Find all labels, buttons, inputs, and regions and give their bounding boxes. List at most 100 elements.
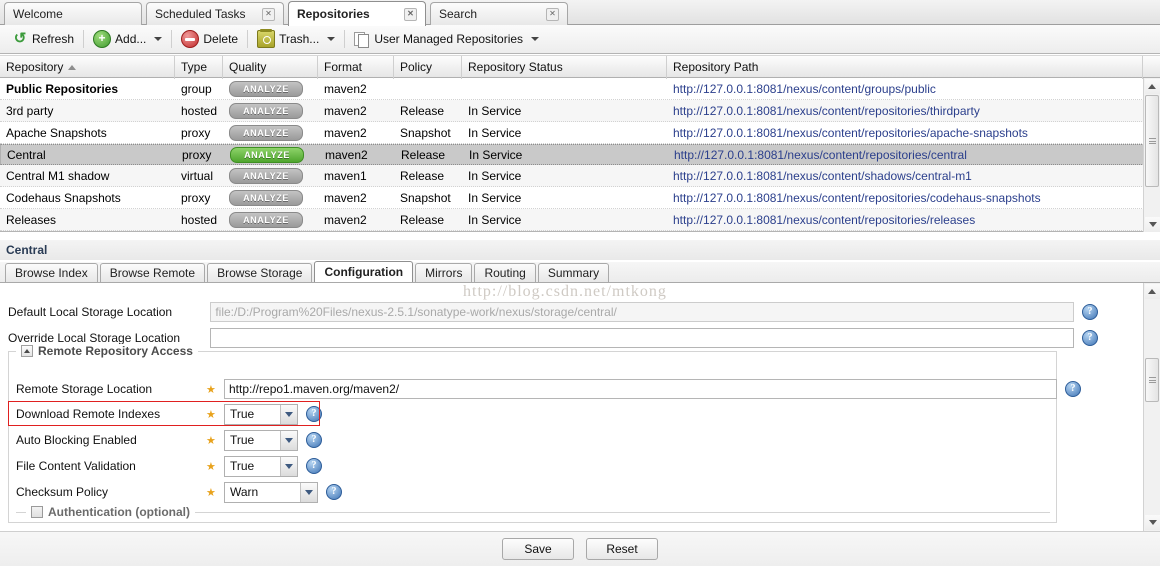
tab-routing[interactable]: Routing — [474, 263, 535, 282]
cell-quality[interactable]: ANALYZE — [223, 103, 318, 119]
repository-path-link[interactable]: http://127.0.0.1:8081/nexus/content/repo… — [673, 104, 980, 118]
analyze-badge[interactable]: ANALYZE — [229, 125, 303, 141]
window-tab-repositories[interactable]: Repositories ✕ — [288, 1, 426, 26]
chevron-down-icon[interactable] — [280, 405, 297, 424]
download-remote-indexes-select[interactable]: True — [224, 404, 298, 425]
tab-mirrors[interactable]: Mirrors — [415, 263, 472, 282]
cell-path[interactable]: http://127.0.0.1:8081/nexus/content/repo… — [667, 104, 1143, 118]
grid-scrollbar-thumb[interactable] — [1145, 95, 1159, 187]
tab-browse-index[interactable]: Browse Index — [5, 263, 98, 282]
file-content-validation-select[interactable]: True — [224, 456, 298, 477]
add-button-label: Add... — [115, 32, 146, 46]
repository-path-link[interactable]: http://127.0.0.1:8081/nexus/content/grou… — [673, 82, 936, 96]
override-local-storage-location-input[interactable] — [210, 328, 1074, 348]
analyze-badge[interactable]: ANALYZE — [229, 212, 303, 228]
analyze-badge[interactable]: ANALYZE — [229, 168, 303, 184]
cell-path[interactable]: http://127.0.0.1:8081/nexus/content/repo… — [667, 191, 1143, 205]
grid-header-format[interactable]: Format — [318, 56, 394, 79]
trash-button[interactable]: Trash... — [251, 28, 341, 50]
table-row[interactable]: Codehaus Snapshots proxy ANALYZE maven2 … — [0, 187, 1160, 209]
reset-button[interactable]: Reset — [586, 538, 658, 560]
help-icon[interactable]: ? — [326, 484, 342, 500]
help-icon[interactable]: ? — [1082, 304, 1098, 320]
repository-path-link[interactable]: http://127.0.0.1:8081/nexus/content/repo… — [673, 126, 1028, 140]
grid-header-type[interactable]: Type — [175, 56, 223, 79]
scroll-down-button[interactable] — [1145, 217, 1160, 232]
chevron-down-icon[interactable] — [531, 37, 539, 41]
repository-path-link[interactable]: http://127.0.0.1:8081/nexus/content/repo… — [673, 213, 975, 227]
chevron-down-icon[interactable] — [280, 431, 297, 450]
repository-path-link[interactable]: http://127.0.0.1:8081/nexus/content/repo… — [674, 148, 967, 162]
checksum-policy-select[interactable]: Warn — [224, 482, 318, 503]
cell-policy: Release — [394, 213, 462, 227]
table-row[interactable]: Central M1 shadow virtual ANALYZE maven1… — [0, 165, 1160, 187]
chevron-down-icon[interactable] — [280, 457, 297, 476]
tab-summary[interactable]: Summary — [538, 263, 609, 282]
cell-quality[interactable]: ANALYZE — [224, 147, 319, 163]
table-row[interactable]: Central proxy ANALYZE maven2 Release In … — [0, 144, 1160, 165]
help-icon[interactable]: ? — [306, 432, 322, 448]
table-row[interactable]: Apache Snapshots proxy ANALYZE maven2 Sn… — [0, 122, 1160, 144]
cell-quality[interactable]: ANALYZE — [223, 190, 318, 206]
authentication-checkbox[interactable] — [31, 506, 43, 518]
grid-header-quality[interactable]: Quality — [223, 56, 318, 79]
window-tab-welcome[interactable]: Welcome — [4, 2, 142, 25]
repository-path-link[interactable]: http://127.0.0.1:8081/nexus/content/repo… — [673, 191, 1041, 205]
table-row[interactable]: Public Repositories group ANALYZE maven2… — [0, 78, 1160, 100]
help-icon[interactable]: ? — [1065, 381, 1081, 397]
chevron-down-icon[interactable] — [327, 37, 335, 41]
cell-path[interactable]: http://127.0.0.1:8081/nexus/content/repo… — [667, 213, 1143, 227]
cell-quality[interactable]: ANALYZE — [223, 81, 318, 97]
form-vertical-scrollbar[interactable] — [1143, 283, 1160, 531]
repository-path-link[interactable]: http://127.0.0.1:8081/nexus/content/shad… — [673, 169, 972, 183]
grid-header-repository-status[interactable]: Repository Status — [462, 56, 667, 79]
cell-path[interactable]: http://127.0.0.1:8081/nexus/content/repo… — [667, 126, 1143, 140]
cell-quality[interactable]: ANALYZE — [223, 125, 318, 141]
grid-header-policy[interactable]: Policy — [394, 56, 462, 79]
cell-repository: Codehaus Snapshots — [0, 191, 175, 205]
refresh-button[interactable]: ↺ Refresh — [6, 29, 80, 49]
cell-path[interactable]: http://127.0.0.1:8081/nexus/content/grou… — [667, 82, 1143, 96]
close-icon[interactable]: ✕ — [546, 8, 559, 21]
delete-button[interactable]: Delete — [175, 28, 244, 50]
grid-vertical-scrollbar[interactable] — [1143, 78, 1160, 232]
help-icon[interactable]: ? — [1082, 330, 1098, 346]
fieldset-border-right — [172, 351, 1057, 352]
cell-quality[interactable]: ANALYZE — [223, 168, 318, 184]
save-button[interactable]: Save — [502, 538, 574, 560]
nexus-repository-manager-window: Welcome Scheduled Tasks ✕ Repositories ✕… — [0, 0, 1160, 566]
tab-configuration[interactable]: Configuration — [314, 261, 413, 282]
cell-path[interactable]: http://127.0.0.1:8081/nexus/content/shad… — [667, 169, 1143, 183]
cell-path[interactable]: http://127.0.0.1:8081/nexus/content/repo… — [668, 148, 1144, 162]
tab-browse-remote[interactable]: Browse Remote — [100, 263, 205, 282]
cell-quality[interactable]: ANALYZE — [223, 212, 318, 228]
analyze-badge[interactable]: ANALYZE — [229, 81, 303, 97]
table-row[interactable]: 3rd party hosted ANALYZE maven2 Release … — [0, 100, 1160, 122]
window-tab-scheduled-tasks[interactable]: Scheduled Tasks ✕ — [146, 2, 284, 25]
collapse-toggle-icon[interactable] — [21, 345, 33, 357]
tab-browse-storage[interactable]: Browse Storage — [207, 263, 312, 282]
close-icon[interactable]: ✕ — [262, 8, 275, 21]
analyze-badge[interactable]: ANALYZE — [230, 147, 304, 163]
form-scrollbar-thumb[interactable] — [1145, 358, 1159, 402]
grid-header-row: Repository Type Quality Format Policy Re… — [0, 55, 1160, 78]
chevron-down-icon[interactable] — [300, 483, 317, 502]
analyze-badge[interactable]: ANALYZE — [229, 103, 303, 119]
window-tab-search[interactable]: Search ✕ — [430, 2, 568, 25]
add-button[interactable]: + Add... — [87, 28, 168, 50]
scroll-up-button[interactable] — [1145, 79, 1160, 94]
chevron-down-icon[interactable] — [154, 37, 162, 41]
close-icon[interactable]: ✕ — [404, 8, 417, 21]
scroll-up-button[interactable] — [1145, 284, 1160, 299]
user-managed-repositories-label: User Managed Repositories — [374, 32, 523, 46]
help-icon[interactable]: ? — [306, 458, 322, 474]
table-row[interactable]: Releases hosted ANALYZE maven2 Release I… — [0, 209, 1160, 231]
help-icon[interactable]: ? — [306, 406, 322, 422]
analyze-badge[interactable]: ANALYZE — [229, 190, 303, 206]
scroll-down-button[interactable] — [1145, 515, 1160, 530]
auto-blocking-enabled-select[interactable]: True — [224, 430, 298, 451]
grid-header-repository[interactable]: Repository — [0, 56, 175, 79]
remote-storage-location-input[interactable] — [224, 379, 1057, 399]
grid-header-repository-path[interactable]: Repository Path — [667, 56, 1143, 79]
user-managed-repositories-button[interactable]: User Managed Repositories — [348, 29, 545, 49]
